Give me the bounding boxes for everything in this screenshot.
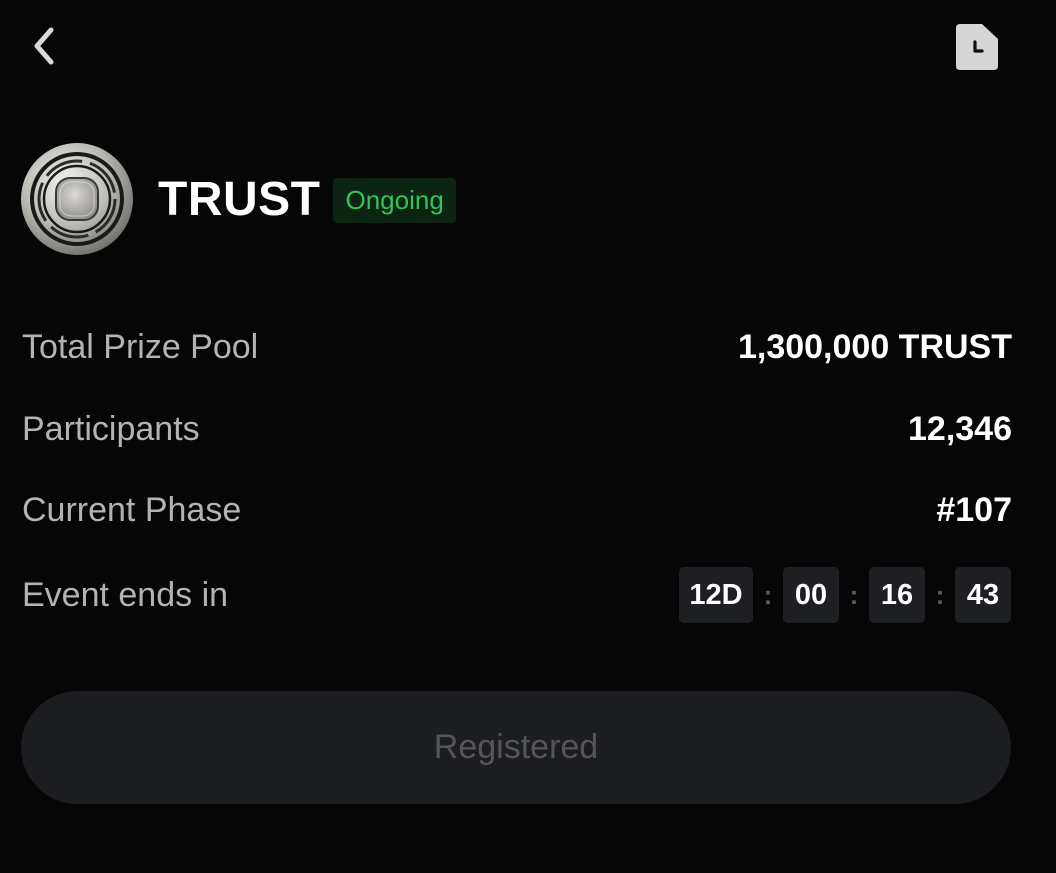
token-name: TRUST bbox=[158, 172, 321, 226]
current-phase-row: Current Phase #107 bbox=[22, 487, 1012, 533]
countdown-minutes: 16 bbox=[869, 567, 925, 623]
prize-pool-value: 1,300,000 TRUST bbox=[737, 327, 1012, 366]
chevron-left-icon bbox=[34, 27, 54, 65]
countdown-hours: 00 bbox=[783, 567, 839, 623]
registered-button[interactable]: Registered bbox=[21, 691, 1011, 804]
participants-label: Participants bbox=[22, 409, 200, 448]
status-badge: Ongoing bbox=[333, 177, 456, 223]
document-clock-icon bbox=[956, 24, 998, 70]
participants-value: 12,346 bbox=[908, 409, 1012, 448]
participants-row: Participants 12,346 bbox=[22, 406, 1012, 452]
countdown-separator: : bbox=[935, 579, 945, 610]
history-button[interactable] bbox=[952, 22, 1002, 72]
countdown-timer: 12D : 00 : 16 : 43 bbox=[679, 567, 1011, 623]
current-phase-value: #107 bbox=[936, 490, 1012, 529]
countdown-separator: : bbox=[849, 579, 859, 610]
event-ends-row: Event ends in 12D : 00 : 16 : 43 bbox=[22, 567, 1012, 623]
event-ends-label: Event ends in bbox=[22, 575, 229, 614]
current-phase-label: Current Phase bbox=[22, 490, 242, 529]
prize-pool-label: Total Prize Pool bbox=[22, 327, 259, 366]
countdown-separator: : bbox=[763, 579, 773, 610]
countdown-days: 12D bbox=[679, 567, 753, 623]
countdown-seconds: 43 bbox=[955, 567, 1011, 623]
token-header: TRUST Ongoing bbox=[20, 142, 456, 256]
back-button[interactable] bbox=[22, 22, 66, 70]
trust-coin-logo bbox=[21, 143, 133, 255]
prize-pool-row: Total Prize Pool 1,300,000 TRUST bbox=[22, 324, 1012, 370]
